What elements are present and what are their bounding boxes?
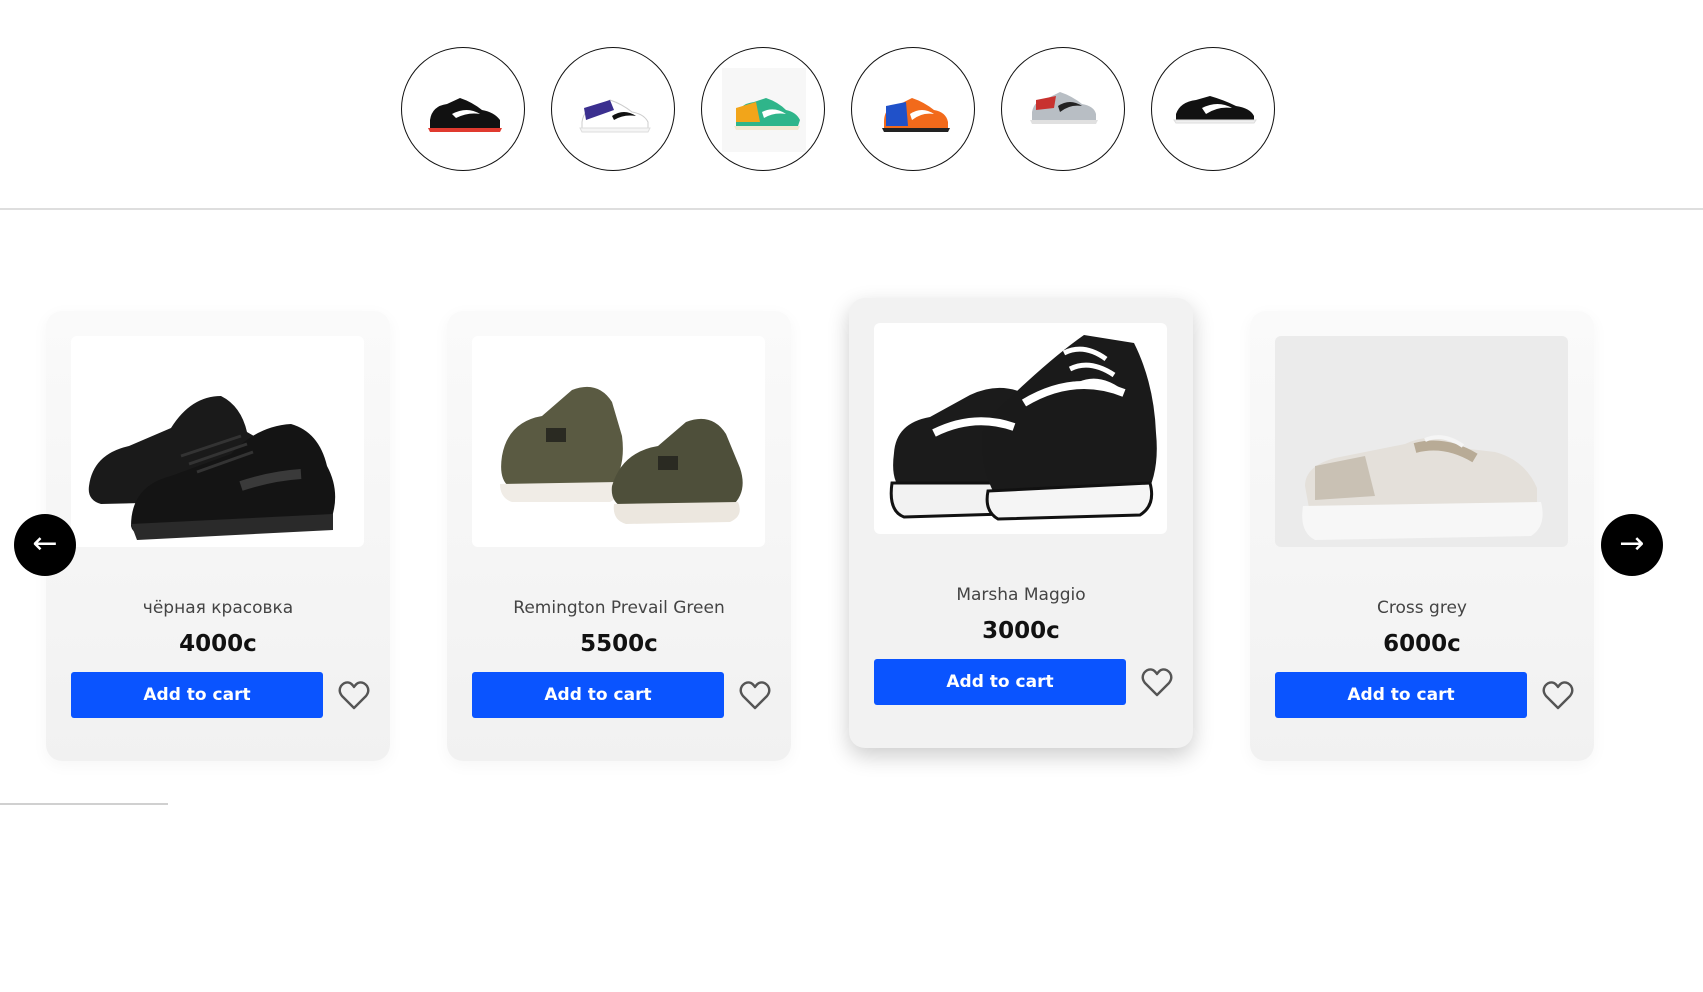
product-name: Cross grey (1377, 598, 1467, 618)
add-to-cart-button[interactable]: Add to cart (71, 672, 323, 718)
story-thumbnail[interactable] (851, 47, 975, 171)
heart-icon[interactable] (338, 680, 370, 710)
heart-icon[interactable] (1141, 667, 1173, 697)
product-name: Remington Prevail Green (513, 598, 725, 618)
add-to-cart-button[interactable]: Add to cart (874, 659, 1126, 705)
add-to-cart-button[interactable]: Add to cart (472, 672, 724, 718)
product-price: 3000с (982, 618, 1060, 644)
product-image (472, 336, 765, 547)
product-card: Cross grey 6000с Add to cart (1250, 311, 1594, 761)
story-thumbnail[interactable] (1151, 47, 1275, 171)
sneaker-thumbnail-grey-red-icon (1030, 92, 1098, 124)
grey-beige-sneaker-icon (1302, 435, 1543, 540)
add-to-cart-button[interactable]: Add to cart (1275, 672, 1527, 718)
carousel-next-button[interactable]: → (1601, 514, 1663, 576)
product-price: 5500с (580, 631, 658, 657)
product-card-active: Marsha Maggio 3000с Add to cart (849, 298, 1193, 748)
black-white-chunky-sneakers-icon (889, 335, 1157, 521)
product-price: 6000с (1383, 631, 1461, 657)
product-card: чёрная красовка 4000с Add to cart (46, 311, 390, 761)
heart-icon[interactable] (739, 680, 771, 710)
product-carousel: чёрная красовка 4000с Add to cart Reming… (0, 212, 1703, 992)
sneaker-thumbnail-green-orange-icon (722, 68, 806, 152)
carousel-edge (1648, 302, 1703, 992)
stories-bar (0, 0, 1703, 210)
sneaker-thumbnail-black-white-icon (428, 98, 502, 132)
black-leather-sneakers-icon (88, 396, 336, 540)
heart-icon[interactable] (1542, 680, 1574, 710)
story-thumbnail[interactable] (1001, 47, 1125, 171)
sneaker-thumbnail-purple-white-icon (579, 99, 651, 133)
story-thumbnail[interactable] (701, 47, 825, 171)
story-thumbnail[interactable] (401, 47, 525, 171)
product-name: чёрная красовка (142, 598, 294, 618)
product-image (1275, 336, 1568, 547)
sneaker-thumbnail-black-icon (1173, 96, 1257, 124)
story-thumbnail[interactable] (551, 47, 675, 171)
product-price: 4000с (179, 631, 257, 657)
product-image (874, 323, 1167, 534)
product-card: Remington Prevail Green 5500с Add to car… (447, 311, 791, 761)
olive-green-sneakers-icon (500, 386, 743, 524)
carousel-prev-button[interactable]: ← (14, 514, 76, 576)
product-image (71, 336, 364, 547)
product-name: Marsha Maggio (956, 585, 1086, 605)
sneaker-thumbnail-orange-blue-icon (882, 98, 950, 132)
